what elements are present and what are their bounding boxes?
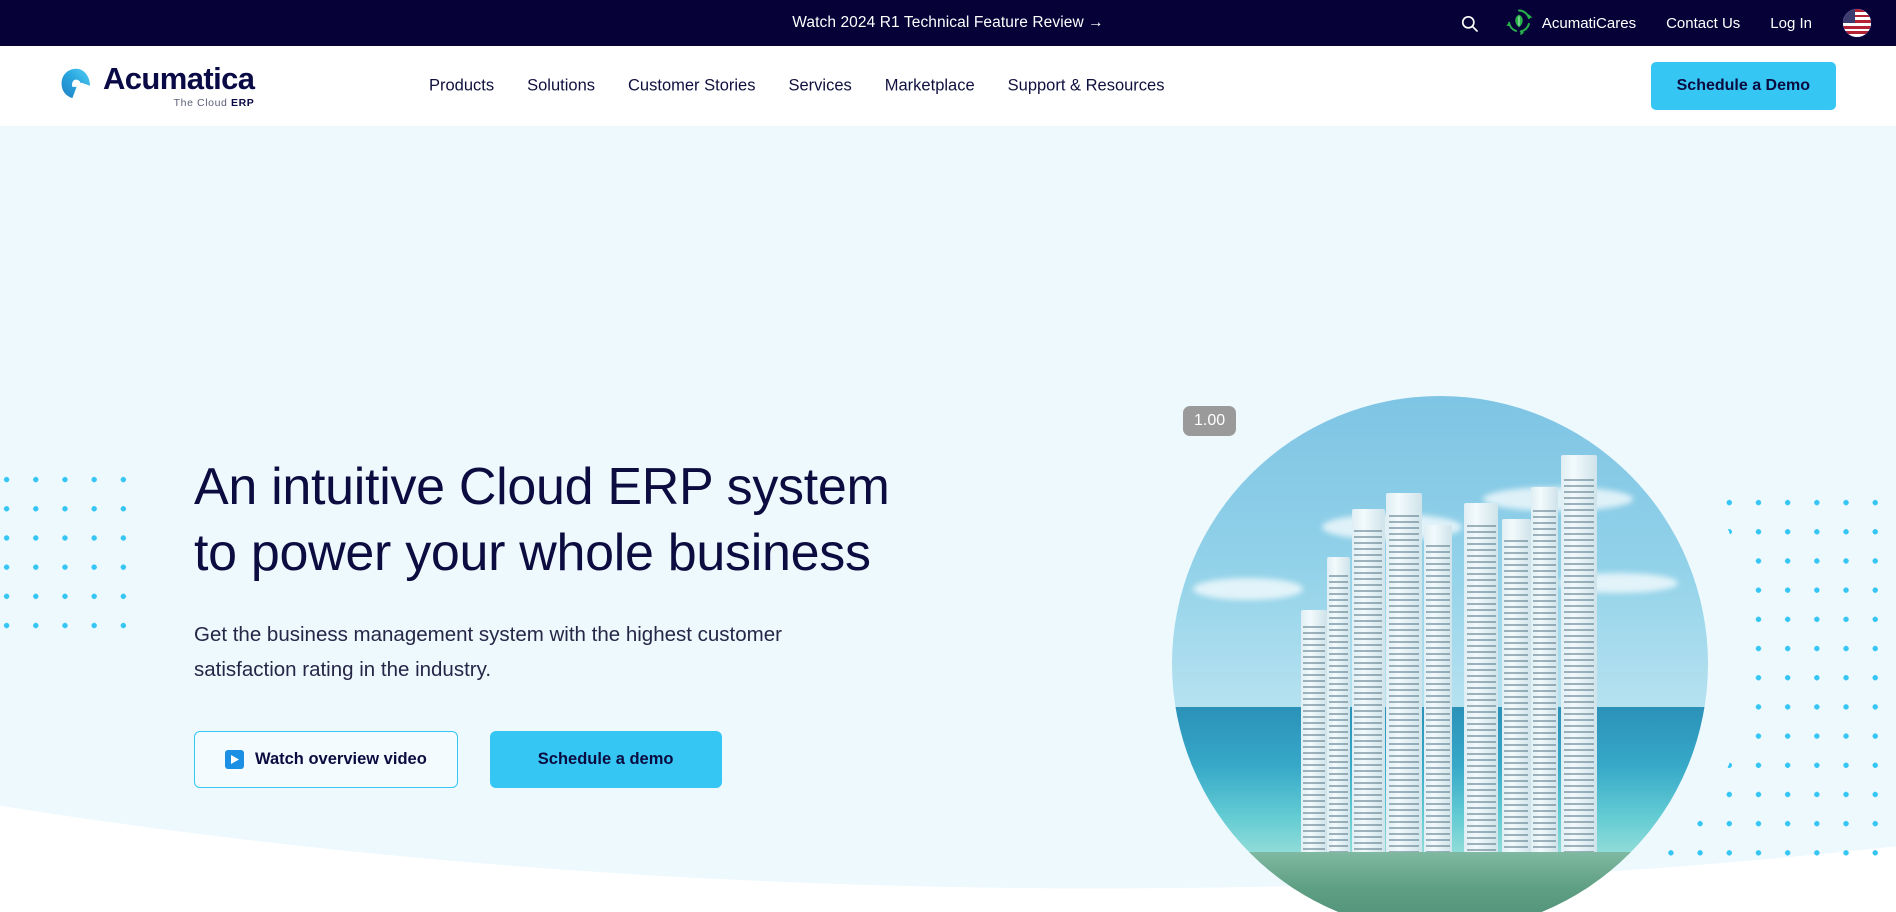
nav-item-services[interactable]: Services bbox=[788, 77, 851, 96]
logo-wordmark: Acumatica bbox=[103, 61, 255, 97]
nav-item-customer-stories[interactable]: Customer Stories bbox=[628, 77, 755, 96]
top-announcement-bar: Watch 2024 R1 Technical Feature Review → bbox=[0, 0, 1896, 46]
nav-item-solutions[interactable]: Solutions bbox=[527, 77, 595, 96]
logo-text-group: Acumatica The Cloud ERP bbox=[103, 61, 255, 109]
schedule-a-demo-header-button[interactable]: Schedule a Demo bbox=[1650, 62, 1836, 110]
hero-title: An intuitive Cloud ERP system to power y… bbox=[194, 458, 890, 582]
flag-canton bbox=[1843, 9, 1856, 23]
recycle-leaf-icon bbox=[1505, 7, 1533, 39]
photo-vegetation bbox=[1172, 851, 1708, 912]
photo-building bbox=[1300, 610, 1328, 863]
acumatica-logo-icon bbox=[60, 67, 93, 100]
hero-image bbox=[1172, 396, 1708, 912]
hero-subtitle: Get the business management system with … bbox=[194, 623, 782, 681]
photo-building bbox=[1464, 503, 1499, 863]
us-flag-icon[interactable] bbox=[1842, 8, 1872, 38]
logo-tagline-bold: ERP bbox=[231, 96, 255, 109]
contact-us-link[interactable]: Contact Us bbox=[1666, 15, 1740, 32]
acumaticares-link[interactable]: AcumatiCares bbox=[1505, 7, 1636, 39]
hero-copy-block: An intuitive Cloud ERP system to power y… bbox=[194, 454, 894, 788]
logo-tagline: The Cloud ERP bbox=[174, 97, 255, 109]
schedule-a-demo-hero-button[interactable]: Schedule a demo bbox=[489, 731, 722, 788]
nav-item-products[interactable]: Products bbox=[429, 77, 494, 96]
log-in-link[interactable]: Log In bbox=[1770, 15, 1812, 32]
logo-tagline-light: The Cloud bbox=[173, 96, 231, 109]
search-icon[interactable] bbox=[1453, 6, 1487, 40]
photo-building bbox=[1351, 508, 1385, 863]
acumatica-logo[interactable]: Acumatica The Cloud ERP bbox=[60, 61, 255, 109]
photo-building bbox=[1386, 492, 1422, 863]
nav-item-support-resources[interactable]: Support & Resources bbox=[1008, 77, 1165, 96]
photo-building bbox=[1501, 519, 1531, 863]
primary-nav-links: Products Solutions Customer Stories Serv… bbox=[429, 77, 1164, 96]
nav-item-marketplace[interactable]: Marketplace bbox=[885, 77, 975, 96]
main-navigation-bar: Acumatica The Cloud ERP Products Solutio… bbox=[0, 46, 1896, 126]
watch-overview-video-button[interactable]: Watch overview video bbox=[194, 731, 458, 788]
watch-overview-video-label: Watch overview video bbox=[255, 750, 427, 768]
photo-building bbox=[1560, 454, 1598, 863]
photo-building bbox=[1423, 524, 1452, 863]
photo-building bbox=[1531, 487, 1558, 863]
hero-cta-group: Watch overview video Schedule a demo bbox=[194, 731, 894, 788]
acumaticares-label: AcumatiCares bbox=[1541, 14, 1637, 32]
photo-building bbox=[1327, 556, 1350, 863]
hero-content-wrapper: An intuitive Cloud ERP system to power y… bbox=[0, 126, 1896, 912]
play-icon bbox=[225, 750, 244, 769]
topbar-right-group: AcumatiCares Contact Us Log In bbox=[1453, 0, 1872, 46]
hero-section: An intuitive Cloud ERP system to power y… bbox=[0, 126, 1896, 912]
image-index-badge: 1.00 bbox=[1183, 406, 1237, 436]
